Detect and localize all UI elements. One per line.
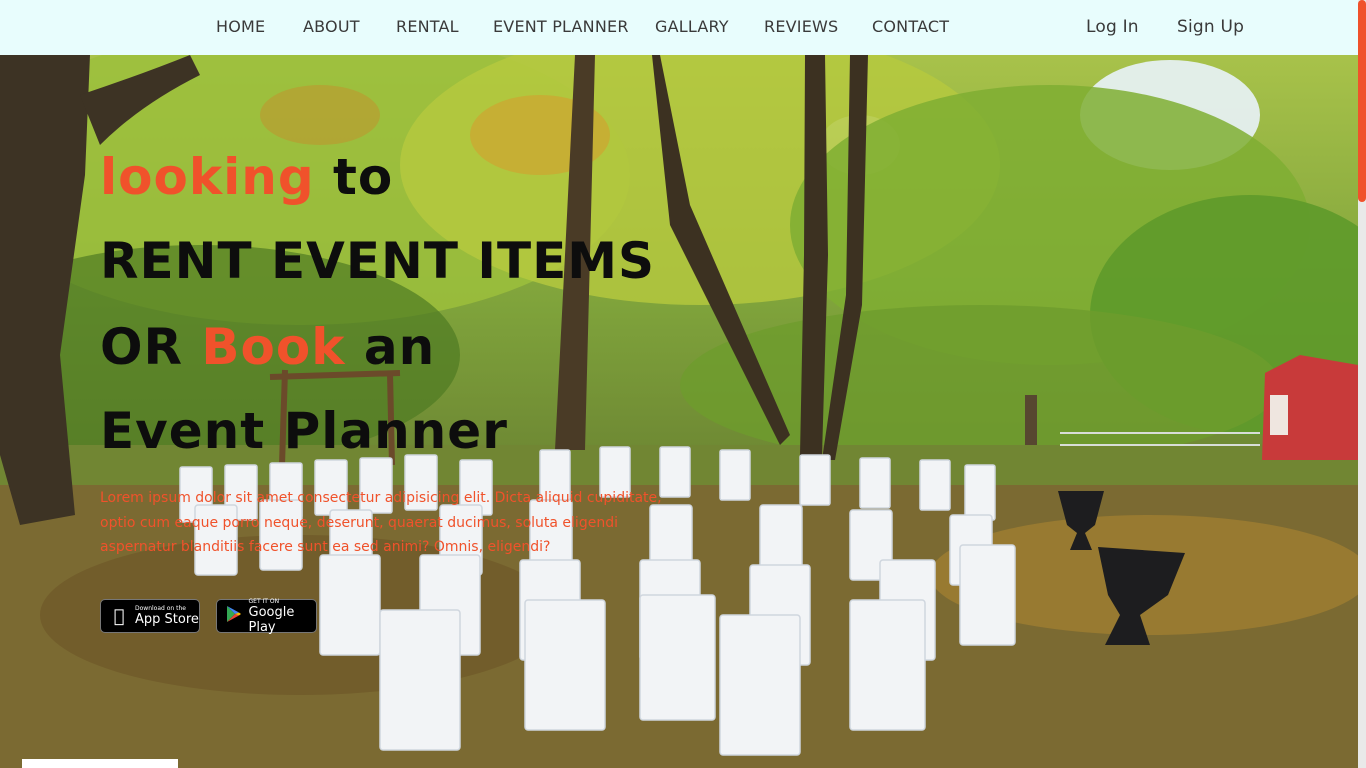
headline-accent-book: Book [201,318,346,376]
nav-about[interactable]: ABOUT [303,17,360,36]
google-play-icon [225,605,243,628]
app-store-button[interactable]:  Download on the App Store [100,599,200,633]
page-scrollbar[interactable] [1358,0,1366,768]
headline-line-3: OR Book an [100,318,435,376]
scrollbar-thumb[interactable] [1358,0,1366,202]
nav-contact[interactable]: CONTACT [872,17,949,36]
google-play-button[interactable]: GET IT ON Google Play [216,597,317,635]
nav-home[interactable]: HOME [216,17,265,36]
google-play-text: GET IT ON Google Play [248,597,295,635]
nav-reviews[interactable]: REVIEWS [764,17,838,36]
nav-gallary[interactable]: GALLARY [655,17,729,36]
app-store-text: Download on the App Store [135,605,199,627]
headline-accent-looking: looking [100,148,315,206]
headline-or: OR [100,318,202,376]
hero-description: Lorem ipsum dolor sit amet consectetur a… [100,490,662,555]
headline-line-1: looking to [100,148,393,206]
top-navbar: HOME ABOUT RENTAL EVENT PLANNER GALLARY … [0,0,1358,55]
headline-line-4: Event Planner [100,402,508,460]
signup-link[interactable]: Sign Up [1177,17,1244,37]
headline-an: an [345,318,436,376]
headline-to: to [314,148,394,206]
bottom-white-tab [22,759,178,768]
headline-line-2: RENT EVENT ITEMS [100,232,656,290]
nav-event-planner[interactable]: EVENT PLANNER [493,17,629,36]
login-link[interactable]: Log In [1086,17,1139,37]
apple-icon:  [109,606,129,627]
nav-rental[interactable]: RENTAL [396,17,459,36]
